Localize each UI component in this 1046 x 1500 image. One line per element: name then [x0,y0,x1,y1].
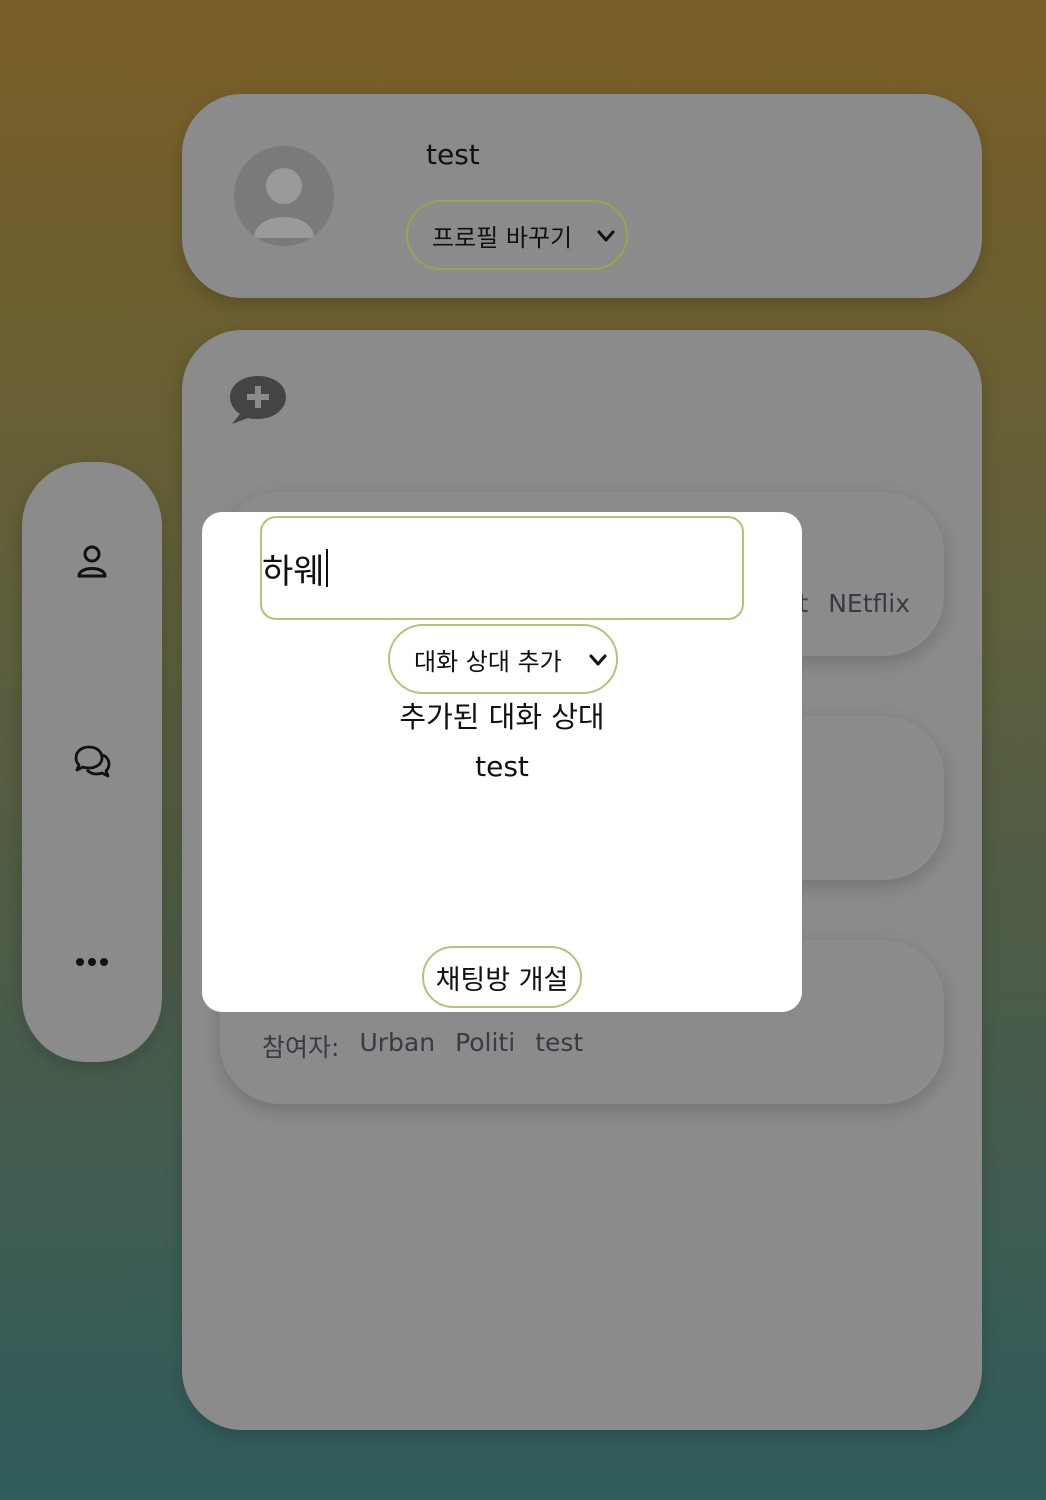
added-partner: test [475,750,529,783]
add-partner-select-label: 대화 상대 추가 [414,647,562,676]
create-chat-modal: 하웨 대화 상대 추가 추가된 대화 상대 test 채팅방 개설 [202,512,802,1012]
participant: test [535,1028,584,1057]
add-partner-select[interactable]: 대화 상대 추가 [388,624,618,694]
participants: 참여자: Urban Politi test [262,1028,583,1064]
side-nav [22,462,162,1062]
participant: Politi [455,1028,516,1057]
chat-bubbles-icon[interactable] [72,742,112,782]
participant: NEtflix [828,589,910,618]
profile-select-label: 프로필 바꾸기 [432,223,573,252]
profile-card: test 프로필 바꾸기 [182,94,982,298]
username: test [426,138,480,171]
user-icon[interactable] [72,542,112,582]
open-chat-button[interactable]: 채팅방 개설 [422,946,582,1008]
participants-label: 참여자: [262,1033,340,1062]
new-chat-icon[interactable] [228,374,288,426]
participant: Urban [359,1028,436,1057]
participants: t NEtflix [798,589,910,618]
avatar-icon [234,146,334,246]
more-icon[interactable] [72,942,112,982]
chevron-down-icon [589,654,607,666]
added-partners-title: 추가된 대화 상대 [399,700,605,734]
text-caret [325,549,328,587]
chat-name-input-value: 하웨 [262,551,325,592]
chevron-down-icon [597,230,615,242]
chat-name-input[interactable]: 하웨 [260,516,744,620]
profile-change-select[interactable]: 프로필 바꾸기 [406,200,628,270]
